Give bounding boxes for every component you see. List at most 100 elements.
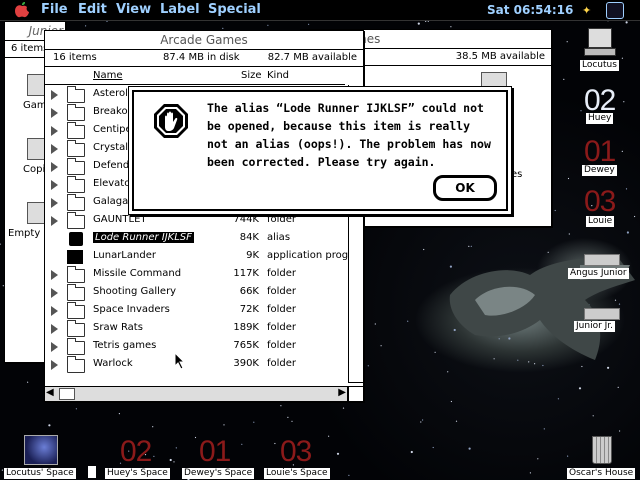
star xyxy=(274,442,276,445)
space-picture-icon xyxy=(24,435,58,465)
alert-dialog[interactable]: The alias “Lode Runner IJKLSF” could not… xyxy=(128,86,512,215)
desktop-icon-label: Dewey's Space xyxy=(182,468,255,479)
folder-icon xyxy=(67,158,85,175)
disclosure-triangle-icon[interactable] xyxy=(51,360,58,370)
folder-icon xyxy=(67,176,85,193)
file-size: 84K xyxy=(239,232,259,243)
list-item[interactable]: Sraw Rats 189K folder xyxy=(45,320,345,338)
computer-base xyxy=(584,48,616,56)
star xyxy=(432,446,434,449)
file-size: 390K xyxy=(233,358,259,369)
star xyxy=(626,231,630,234)
scroll-right-icon[interactable]: ▶ xyxy=(338,387,346,398)
column-name[interactable]: Name xyxy=(93,70,123,81)
disclosure-triangle-icon[interactable] xyxy=(51,162,58,172)
horizontal-scrollbar[interactable]: ◀ ▶ xyxy=(45,386,348,401)
item-count: 6 items xyxy=(11,43,49,54)
star xyxy=(568,233,570,235)
list-item[interactable]: Tetris games 765K folder xyxy=(45,338,345,356)
finder-app-icon[interactable] xyxy=(606,2,624,19)
disclosure-triangle-icon[interactable] xyxy=(51,144,58,154)
disclosure-triangle-icon[interactable] xyxy=(51,288,58,298)
list-item[interactable]: Space Invaders 72K folder xyxy=(45,302,345,320)
dialog-message: The alias “Lode Runner IJKLSF” could not… xyxy=(207,101,491,169)
folder-icon xyxy=(67,86,85,103)
star xyxy=(0,243,1,245)
star xyxy=(169,458,172,462)
menu-special[interactable]: Special xyxy=(208,2,261,17)
window-title-bar[interactable]: Arcade Games xyxy=(45,31,363,50)
star xyxy=(27,381,29,383)
disclosure-triangle-icon[interactable] xyxy=(51,108,58,118)
number-icon: 03 xyxy=(280,435,312,468)
file-name: Breako xyxy=(93,106,128,117)
menu-file[interactable]: File xyxy=(41,2,68,17)
list-item[interactable]: Shooting Gallery 66K folder xyxy=(45,284,345,302)
star xyxy=(450,400,452,403)
menu-bar: File Edit View Label Special Sat 06:54:1… xyxy=(0,0,640,21)
star xyxy=(336,452,340,455)
star xyxy=(328,435,330,437)
star xyxy=(621,150,623,152)
folder-icon xyxy=(67,320,85,337)
star xyxy=(280,405,282,407)
column-size[interactable]: Size xyxy=(241,70,262,81)
disclosure-triangle-icon[interactable] xyxy=(51,216,58,226)
disclosure-triangle-icon[interactable] xyxy=(51,306,58,316)
scroll-left-icon[interactable]: ◀ xyxy=(46,387,54,398)
star xyxy=(578,387,582,390)
star xyxy=(287,416,289,418)
list-item[interactable]: Missile Command 117K folder xyxy=(45,266,345,284)
desktop-icon-label: Locutus xyxy=(580,60,619,71)
file-kind: folder xyxy=(267,304,297,315)
star xyxy=(348,474,350,476)
file-name: Space Invaders xyxy=(93,304,170,315)
ok-button[interactable]: OK xyxy=(433,175,497,201)
folder-icon xyxy=(67,356,85,373)
disclosure-triangle-icon[interactable] xyxy=(51,198,58,208)
star xyxy=(85,25,87,27)
star xyxy=(625,188,628,190)
column-kind[interactable]: Kind xyxy=(267,70,289,81)
menu-view[interactable]: View xyxy=(116,2,151,17)
menu-label[interactable]: Label xyxy=(160,2,200,17)
disclosure-triangle-icon[interactable] xyxy=(51,126,58,136)
disclosure-triangle-icon[interactable] xyxy=(51,324,58,334)
star xyxy=(291,420,293,422)
star xyxy=(75,408,77,410)
star xyxy=(407,320,409,322)
disclosure-triangle-icon[interactable] xyxy=(51,342,58,352)
star xyxy=(617,386,619,388)
star xyxy=(455,420,458,422)
application-icon xyxy=(67,250,83,264)
balloon-help-icon[interactable]: ✦ xyxy=(582,4,591,17)
file-kind: folder xyxy=(267,286,297,297)
desktop-icon-label: Louie's Space xyxy=(264,468,330,479)
folder-icon xyxy=(67,284,85,301)
disclosure-triangle-icon[interactable] xyxy=(51,270,58,280)
resize-box-icon[interactable] xyxy=(348,386,363,401)
number-icon: 03 xyxy=(584,185,616,218)
list-item[interactable]: LunarLander 9K application progra xyxy=(45,248,358,266)
list-item[interactable]: Warlock 390K folder xyxy=(45,356,345,374)
star xyxy=(567,455,569,457)
disclosure-triangle-icon[interactable] xyxy=(51,90,58,100)
star xyxy=(253,421,255,423)
scroll-thumb[interactable] xyxy=(59,388,75,400)
star xyxy=(468,447,471,450)
star xyxy=(152,426,154,428)
menu-edit[interactable]: Edit xyxy=(78,2,107,17)
apple-menu-icon[interactable] xyxy=(13,1,31,19)
desktop-icon-label: Angus Junior xyxy=(568,268,629,279)
list-item[interactable]: Lode Runner IJKLSF 84K alias xyxy=(45,230,345,248)
disclosure-triangle-icon[interactable] xyxy=(51,180,58,190)
file-size: 117K xyxy=(233,268,259,279)
computer-icon xyxy=(588,28,612,48)
star xyxy=(194,436,197,439)
star xyxy=(118,413,120,415)
folder-icon xyxy=(67,104,85,121)
star xyxy=(543,428,545,430)
star xyxy=(567,177,570,180)
disk-usage: 87.4 MB in disk xyxy=(163,52,240,63)
menu-clock[interactable]: Sat 06:54:16 xyxy=(487,3,573,17)
